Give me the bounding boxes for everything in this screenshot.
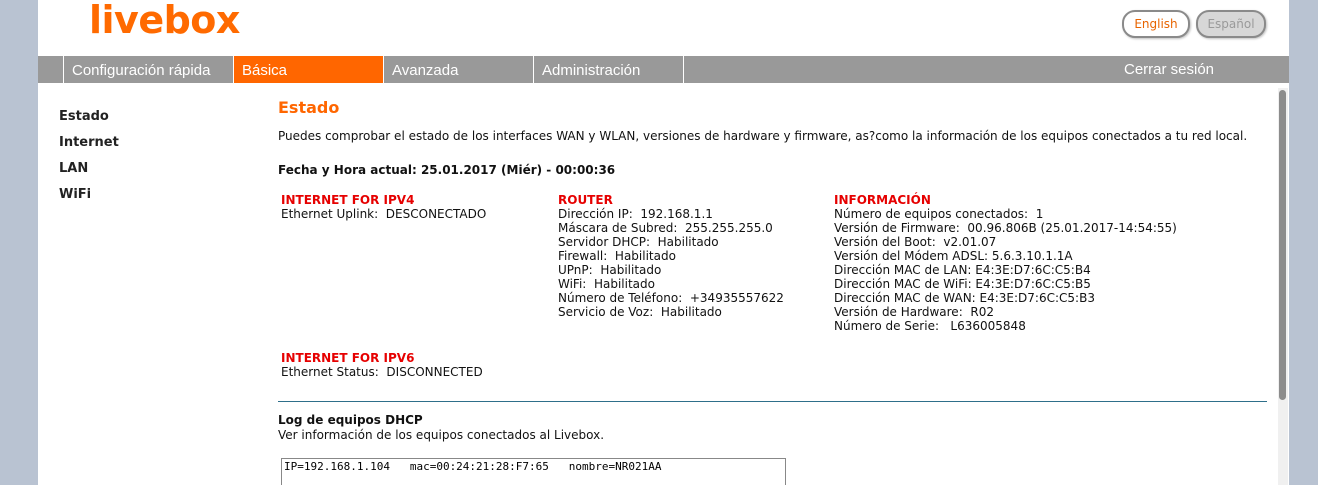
info-row: Número de Serie: L636005848 [834, 319, 1026, 333]
main-nav: Configuración rápida Básica Avanzada Adm… [38, 56, 1289, 83]
ipv4-title: INTERNET FOR IPV4 [281, 193, 415, 207]
section-divider [278, 401, 1267, 402]
router-title: ROUTER [558, 193, 613, 207]
tab-administration[interactable]: Administración [533, 56, 684, 83]
sidebar-item-estado[interactable]: Estado [59, 109, 109, 124]
router-row: Número de Teléfono: +34935557622 [558, 291, 784, 305]
page-title: Estado [278, 98, 340, 117]
router-row: Dirección IP: 192.168.1.1 [558, 207, 713, 221]
router-row: Servicio de Voz: Habilitado [558, 305, 722, 319]
router-section: ROUTER Dirección IP: 192.168.1.1 Máscara… [558, 193, 784, 319]
info-title: INFORMACIÓN [834, 193, 931, 207]
intro-text: Puedes comprobar el estado de los interf… [278, 129, 1248, 143]
livebox-logo: livebox [89, 0, 240, 42]
ipv6-section: INTERNET FOR IPV6 Ethernet Status: DISCO… [281, 351, 483, 379]
page: livebox English Español Configuración rá… [38, 0, 1289, 485]
ipv4-section: INTERNET FOR IPV4 Ethernet Uplink: DESCO… [281, 193, 486, 221]
dhcp-log-textarea[interactable]: IP=192.168.1.104 mac=00:24:21:28:F7:65 n… [281, 458, 786, 485]
ipv4-row: Ethernet Uplink: DESCONECTADO [281, 207, 487, 221]
logout-link[interactable]: Cerrar sesión [1124, 56, 1214, 83]
info-section: INFORMACIÓN Número de equipos conectados… [834, 193, 1177, 333]
router-row: WiFi: Habilitado [558, 277, 655, 291]
sidebar-item-wifi[interactable]: WiFi [59, 187, 91, 202]
info-row: Dirección MAC de LAN: E4:3E:D7:6C:C5:B4 [834, 263, 1091, 277]
tab-quick-config[interactable]: Configuración rápida [63, 56, 233, 83]
tab-advanced[interactable]: Avanzada [383, 56, 533, 83]
vertical-scrollbar[interactable] [1278, 88, 1288, 485]
sidebar-item-internet[interactable]: Internet [59, 135, 119, 150]
scrollbar-thumb[interactable] [1279, 90, 1286, 400]
current-datetime: Fecha y Hora actual: 25.01.2017 (Miér) -… [278, 163, 616, 177]
info-row: Dirección MAC de WAN: E4:3E:D7:6C:C5:B3 [834, 291, 1095, 305]
ipv6-title: INTERNET FOR IPV6 [281, 351, 415, 365]
info-row: Dirección MAC de WiFi: E4:3E:D7:6C:C5:B5 [834, 277, 1091, 291]
info-row: Número de equipos conectados: 1 [834, 207, 1044, 221]
info-row: Versión del Boot: v2.01.07 [834, 235, 997, 249]
router-row: Servidor DHCP: Habilitado [558, 235, 719, 249]
info-row: Versión de Firmware: 00.96.806B (25.01.2… [834, 221, 1177, 235]
dhcp-log-title: Log de equipos DHCP [278, 413, 423, 427]
dhcp-log-description: Ver información de los equipos conectado… [278, 428, 605, 442]
english-button[interactable]: English [1122, 10, 1190, 38]
info-row: Versión de Hardware: R02 [834, 305, 994, 319]
spanish-button[interactable]: Español [1196, 10, 1266, 38]
router-row: UPnP: Habilitado [558, 263, 662, 277]
info-row: Versión del Módem ADSL: 5.6.3.10.1.1A [834, 249, 1073, 263]
router-row: Firewall: Habilitado [558, 249, 676, 263]
sidebar-item-lan[interactable]: LAN [59, 161, 88, 176]
tab-basic[interactable]: Básica [233, 56, 383, 83]
ipv6-row: Ethernet Status: DISCONNECTED [281, 365, 483, 379]
router-row: Máscara de Subred: 255.255.255.0 [558, 221, 773, 235]
